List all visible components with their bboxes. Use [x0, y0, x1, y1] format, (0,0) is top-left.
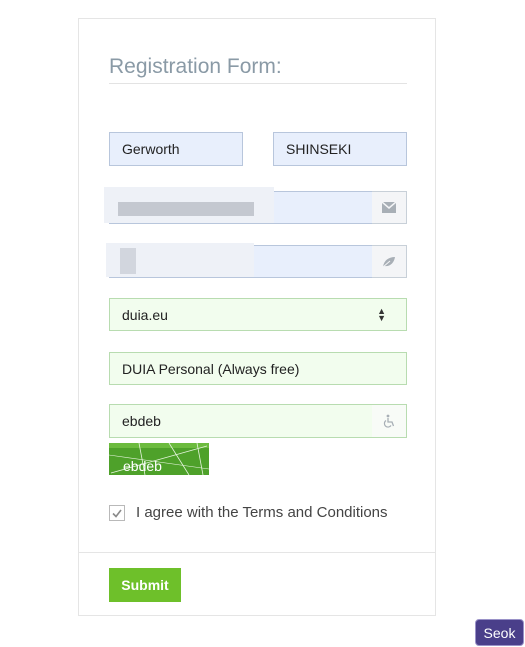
password-redacted-text — [120, 248, 136, 274]
email-addon — [372, 191, 407, 224]
captcha-image: ebdeb — [109, 443, 209, 475]
wheelchair-icon — [383, 414, 395, 428]
email-input[interactable] — [104, 187, 373, 224]
submit-button[interactable]: Submit — [109, 568, 181, 602]
last-name-input[interactable]: SHINSEKI — [273, 132, 407, 166]
domain-select[interactable]: duia.eu ▲ ▼ — [109, 298, 407, 331]
captcha-addon — [372, 404, 407, 438]
agree-checkbox[interactable] — [109, 505, 125, 521]
password-input[interactable] — [106, 243, 373, 278]
sort-arrows-icon: ▲ ▼ — [377, 306, 386, 323]
agree-label[interactable]: I agree with the Terms and Conditions — [136, 504, 388, 521]
domain-select-value: duia.eu — [122, 307, 168, 323]
captcha-text: ebdeb — [123, 458, 162, 474]
registration-card: Registration Form: Gerworth SHINSEKI dui… — [78, 18, 436, 616]
footer-divider — [79, 552, 435, 553]
form-title: Registration Form: — [109, 55, 407, 84]
email-redacted-text — [118, 202, 254, 216]
plan-field[interactable]: DUIA Personal (Always free) — [109, 352, 407, 385]
seok-button[interactable]: Seok — [475, 619, 524, 646]
captcha-input[interactable]: ebdeb — [109, 404, 373, 438]
first-name-input[interactable]: Gerworth — [109, 132, 243, 166]
password-addon — [372, 245, 407, 278]
leaf-icon — [382, 256, 395, 267]
checkmark-icon — [112, 509, 122, 518]
envelope-icon — [382, 202, 396, 213]
